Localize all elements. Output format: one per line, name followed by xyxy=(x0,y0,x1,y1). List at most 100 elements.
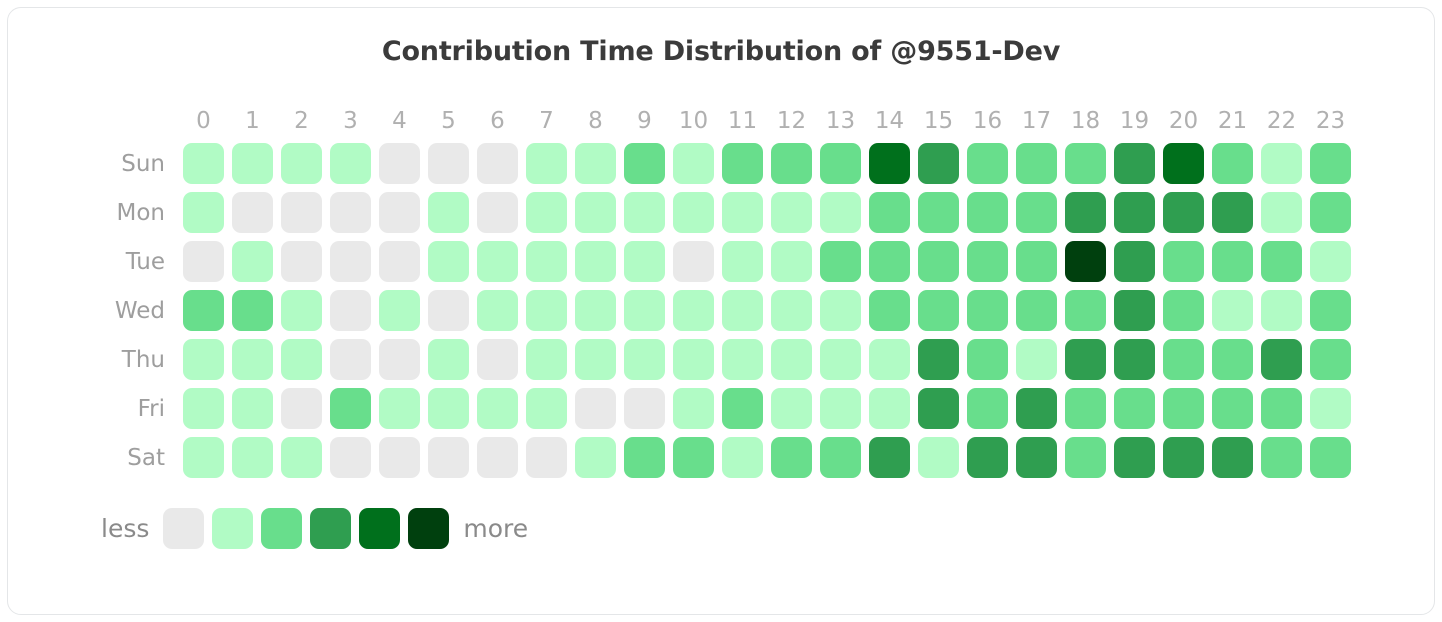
heatmap-cell-thu-23[interactable] xyxy=(1306,335,1355,384)
heatmap-cell-tue-19[interactable] xyxy=(1110,237,1159,286)
heatmap-cell-thu-15[interactable] xyxy=(914,335,963,384)
heatmap-cell-mon-17[interactable] xyxy=(1012,188,1061,237)
heatmap-cell-sun-10[interactable] xyxy=(669,139,718,188)
heatmap-cell-sat-5[interactable] xyxy=(424,433,473,482)
heatmap-cell-sat-6[interactable] xyxy=(473,433,522,482)
heatmap-cell-tue-12[interactable] xyxy=(767,237,816,286)
heatmap-cell-tue-21[interactable] xyxy=(1208,237,1257,286)
heatmap-cell-sun-16[interactable] xyxy=(963,139,1012,188)
heatmap-cell-sat-0[interactable] xyxy=(179,433,228,482)
heatmap-cell-tue-5[interactable] xyxy=(424,237,473,286)
heatmap-cell-tue-10[interactable] xyxy=(669,237,718,286)
heatmap-cell-tue-20[interactable] xyxy=(1159,237,1208,286)
heatmap-cell-wed-8[interactable] xyxy=(571,286,620,335)
heatmap-cell-sat-7[interactable] xyxy=(522,433,571,482)
heatmap-cell-fri-19[interactable] xyxy=(1110,384,1159,433)
heatmap-cell-sun-2[interactable] xyxy=(277,139,326,188)
heatmap-cell-sat-11[interactable] xyxy=(718,433,767,482)
heatmap-cell-mon-20[interactable] xyxy=(1159,188,1208,237)
heatmap-cell-thu-20[interactable] xyxy=(1159,335,1208,384)
heatmap-cell-wed-11[interactable] xyxy=(718,286,767,335)
heatmap-cell-wed-17[interactable] xyxy=(1012,286,1061,335)
heatmap-cell-tue-13[interactable] xyxy=(816,237,865,286)
heatmap-cell-fri-0[interactable] xyxy=(179,384,228,433)
heatmap-cell-sat-3[interactable] xyxy=(326,433,375,482)
heatmap-cell-fri-3[interactable] xyxy=(326,384,375,433)
heatmap-cell-wed-15[interactable] xyxy=(914,286,963,335)
heatmap-cell-wed-0[interactable] xyxy=(179,286,228,335)
heatmap-cell-sat-13[interactable] xyxy=(816,433,865,482)
heatmap-cell-mon-22[interactable] xyxy=(1257,188,1306,237)
heatmap-cell-sat-4[interactable] xyxy=(375,433,424,482)
heatmap-cell-thu-21[interactable] xyxy=(1208,335,1257,384)
heatmap-cell-sun-9[interactable] xyxy=(620,139,669,188)
heatmap-cell-sun-20[interactable] xyxy=(1159,139,1208,188)
heatmap-cell-sun-22[interactable] xyxy=(1257,139,1306,188)
heatmap-cell-wed-4[interactable] xyxy=(375,286,424,335)
heatmap-cell-thu-18[interactable] xyxy=(1061,335,1110,384)
heatmap-cell-sun-8[interactable] xyxy=(571,139,620,188)
heatmap-cell-wed-2[interactable] xyxy=(277,286,326,335)
heatmap-cell-fri-20[interactable] xyxy=(1159,384,1208,433)
heatmap-cell-sun-18[interactable] xyxy=(1061,139,1110,188)
heatmap-cell-fri-6[interactable] xyxy=(473,384,522,433)
heatmap-cell-sun-4[interactable] xyxy=(375,139,424,188)
heatmap-cell-tue-16[interactable] xyxy=(963,237,1012,286)
heatmap-cell-mon-1[interactable] xyxy=(228,188,277,237)
heatmap-cell-wed-6[interactable] xyxy=(473,286,522,335)
heatmap-cell-wed-1[interactable] xyxy=(228,286,277,335)
heatmap-cell-fri-14[interactable] xyxy=(865,384,914,433)
heatmap-cell-tue-0[interactable] xyxy=(179,237,228,286)
heatmap-cell-fri-4[interactable] xyxy=(375,384,424,433)
heatmap-cell-mon-2[interactable] xyxy=(277,188,326,237)
heatmap-cell-fri-1[interactable] xyxy=(228,384,277,433)
heatmap-cell-tue-15[interactable] xyxy=(914,237,963,286)
heatmap-cell-wed-16[interactable] xyxy=(963,286,1012,335)
heatmap-cell-thu-3[interactable] xyxy=(326,335,375,384)
heatmap-cell-mon-10[interactable] xyxy=(669,188,718,237)
heatmap-cell-sun-12[interactable] xyxy=(767,139,816,188)
heatmap-cell-fri-11[interactable] xyxy=(718,384,767,433)
heatmap-cell-mon-3[interactable] xyxy=(326,188,375,237)
heatmap-cell-tue-4[interactable] xyxy=(375,237,424,286)
heatmap-cell-mon-5[interactable] xyxy=(424,188,473,237)
heatmap-cell-thu-6[interactable] xyxy=(473,335,522,384)
heatmap-cell-sat-16[interactable] xyxy=(963,433,1012,482)
heatmap-cell-sat-8[interactable] xyxy=(571,433,620,482)
heatmap-cell-tue-17[interactable] xyxy=(1012,237,1061,286)
heatmap-cell-mon-0[interactable] xyxy=(179,188,228,237)
heatmap-cell-tue-2[interactable] xyxy=(277,237,326,286)
heatmap-cell-sun-23[interactable] xyxy=(1306,139,1355,188)
heatmap-cell-wed-12[interactable] xyxy=(767,286,816,335)
heatmap-cell-mon-23[interactable] xyxy=(1306,188,1355,237)
heatmap-cell-tue-23[interactable] xyxy=(1306,237,1355,286)
heatmap-cell-fri-13[interactable] xyxy=(816,384,865,433)
heatmap-cell-sun-13[interactable] xyxy=(816,139,865,188)
heatmap-cell-mon-11[interactable] xyxy=(718,188,767,237)
heatmap-cell-wed-21[interactable] xyxy=(1208,286,1257,335)
heatmap-cell-mon-15[interactable] xyxy=(914,188,963,237)
heatmap-cell-thu-9[interactable] xyxy=(620,335,669,384)
heatmap-cell-mon-9[interactable] xyxy=(620,188,669,237)
heatmap-cell-mon-14[interactable] xyxy=(865,188,914,237)
heatmap-cell-sat-23[interactable] xyxy=(1306,433,1355,482)
heatmap-cell-tue-8[interactable] xyxy=(571,237,620,286)
heatmap-cell-thu-14[interactable] xyxy=(865,335,914,384)
heatmap-cell-fri-18[interactable] xyxy=(1061,384,1110,433)
heatmap-cell-tue-18[interactable] xyxy=(1061,237,1110,286)
heatmap-cell-mon-16[interactable] xyxy=(963,188,1012,237)
heatmap-cell-thu-22[interactable] xyxy=(1257,335,1306,384)
heatmap-cell-fri-9[interactable] xyxy=(620,384,669,433)
heatmap-cell-fri-22[interactable] xyxy=(1257,384,1306,433)
heatmap-cell-thu-0[interactable] xyxy=(179,335,228,384)
heatmap-cell-wed-3[interactable] xyxy=(326,286,375,335)
heatmap-cell-sun-0[interactable] xyxy=(179,139,228,188)
heatmap-cell-sat-9[interactable] xyxy=(620,433,669,482)
heatmap-cell-thu-16[interactable] xyxy=(963,335,1012,384)
heatmap-cell-thu-7[interactable] xyxy=(522,335,571,384)
heatmap-cell-tue-9[interactable] xyxy=(620,237,669,286)
heatmap-cell-thu-19[interactable] xyxy=(1110,335,1159,384)
heatmap-cell-thu-11[interactable] xyxy=(718,335,767,384)
heatmap-cell-sun-1[interactable] xyxy=(228,139,277,188)
heatmap-cell-sun-14[interactable] xyxy=(865,139,914,188)
